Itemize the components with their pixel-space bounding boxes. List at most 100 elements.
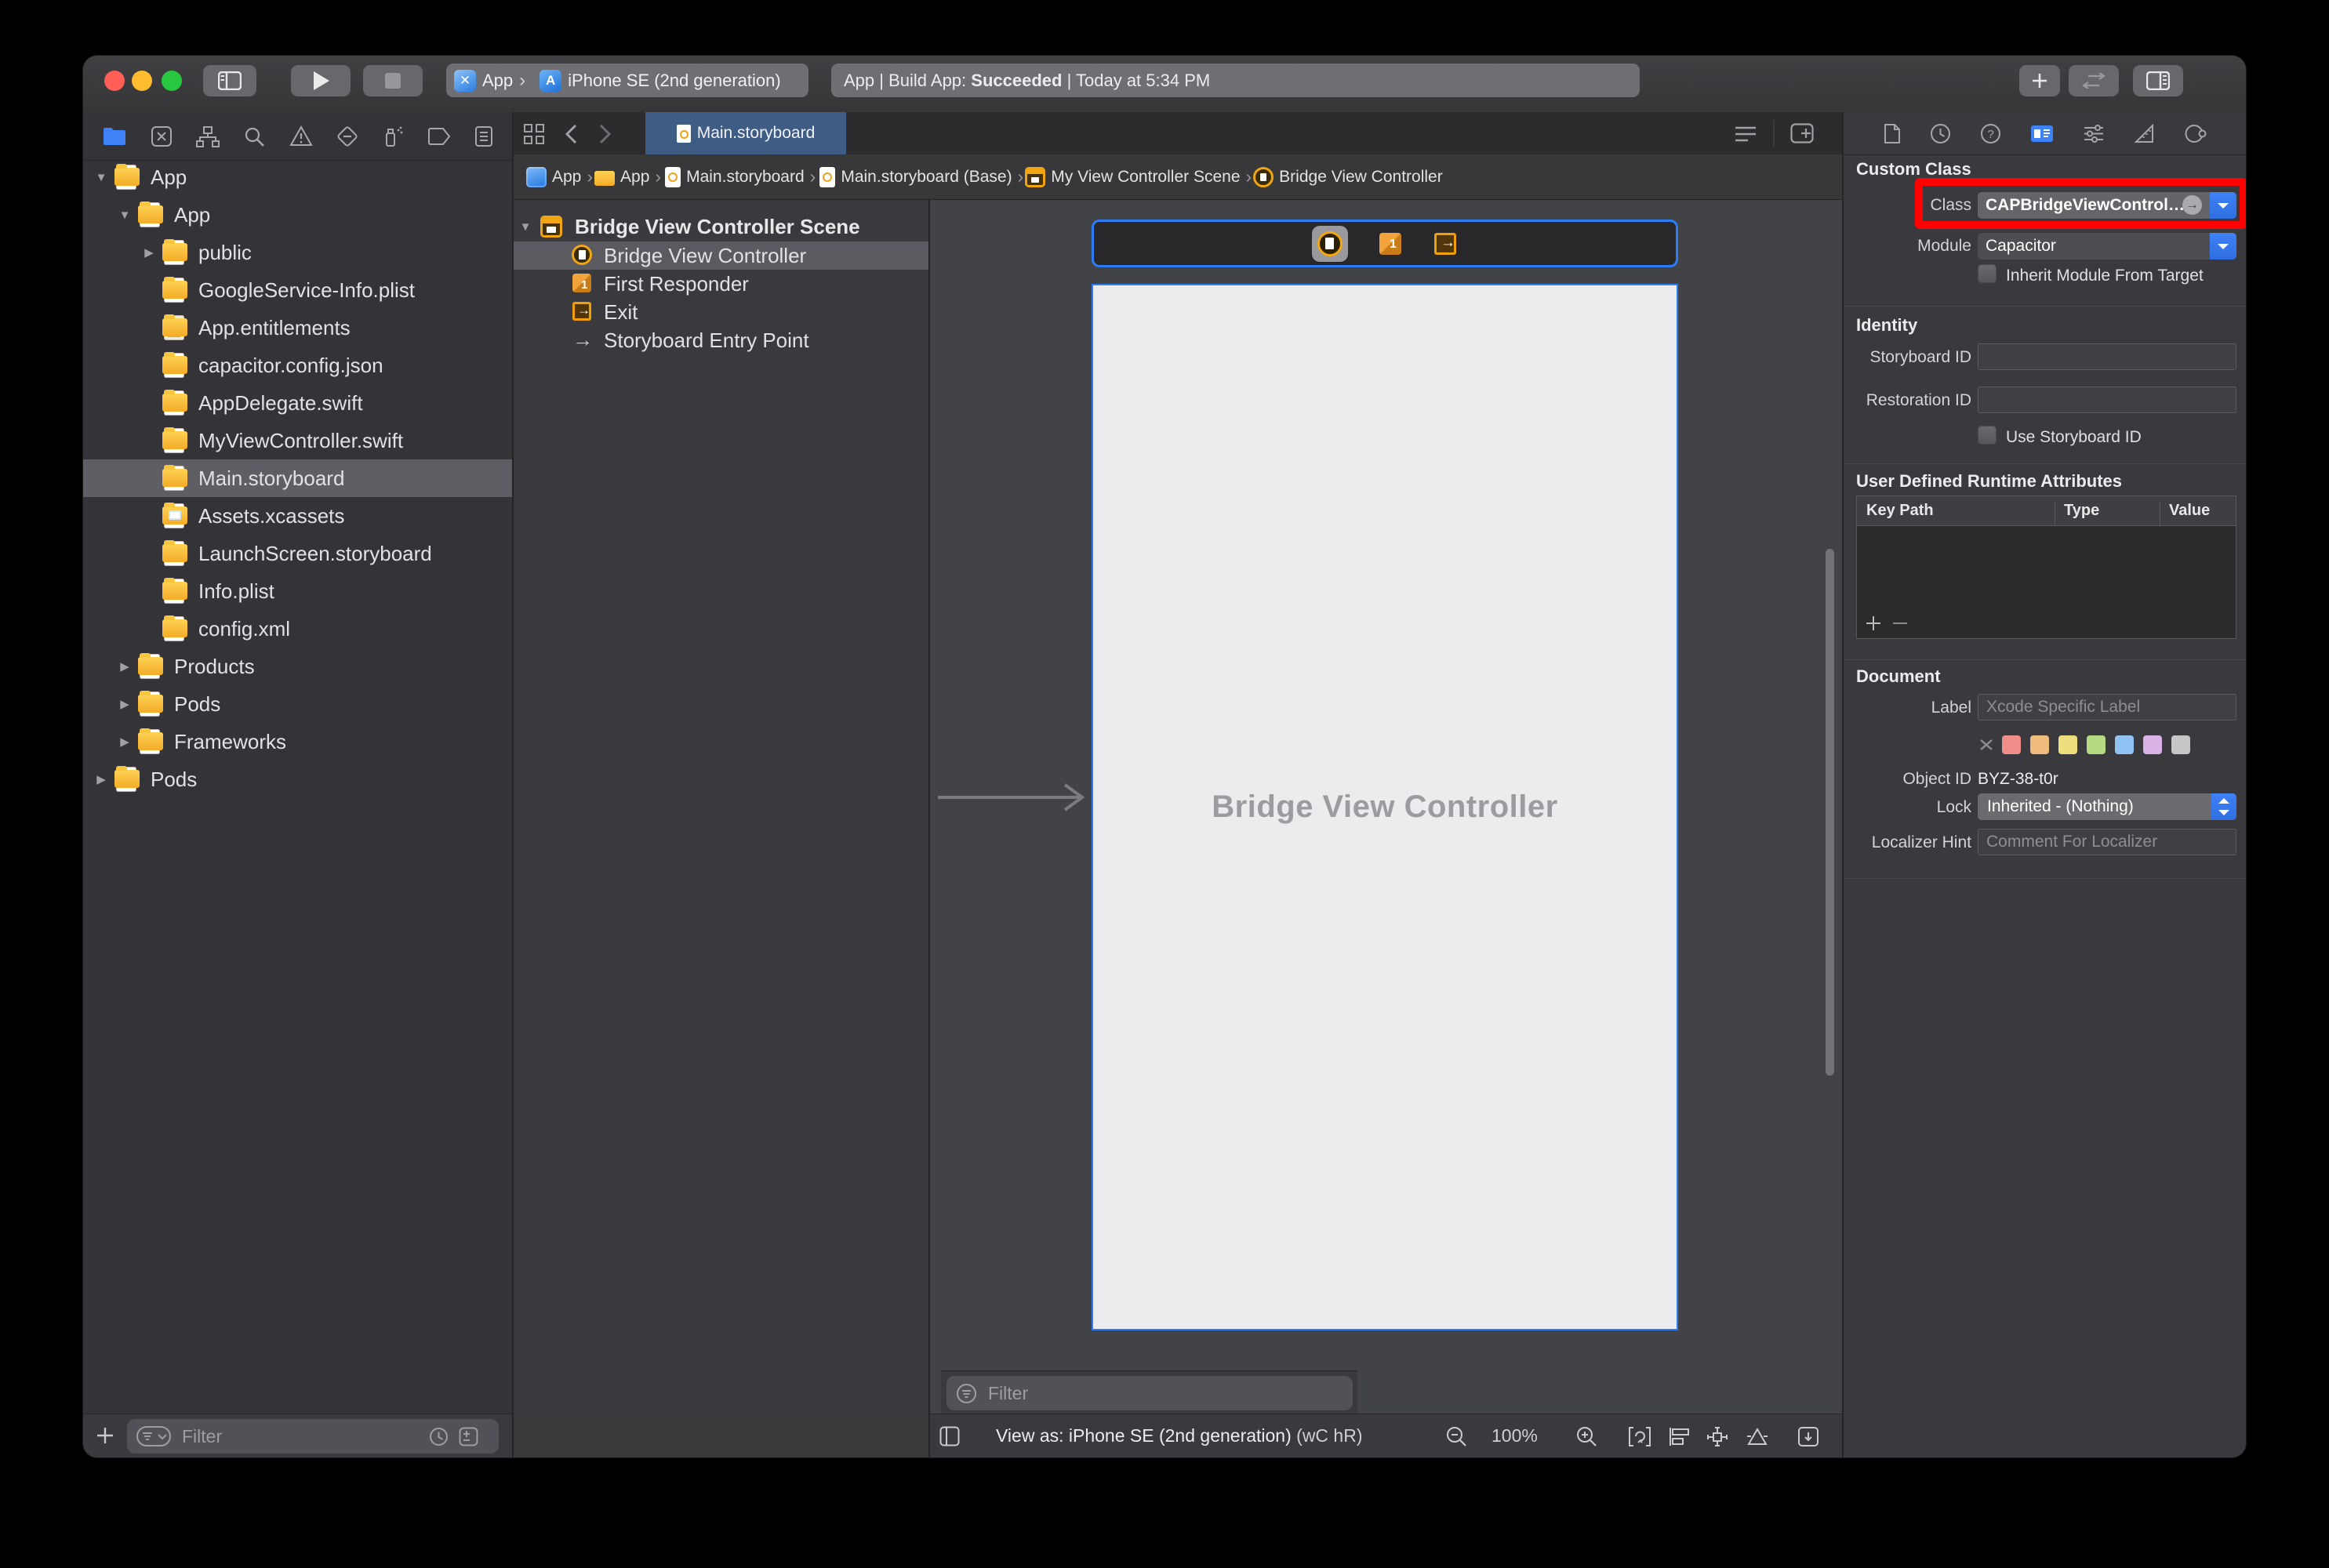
file-row[interactable]: GoogleService-Info.plist [83,271,512,309]
outline-row[interactable]: Bridge View Controller [512,241,928,270]
issue-navigator-icon[interactable] [289,125,313,147]
resolve-autolayout-icon[interactable] [1746,1427,1769,1446]
inherit-module-checkbox[interactable] [1978,264,1997,283]
outline-filter-field[interactable] [946,1376,1353,1410]
file-row[interactable]: Info.plist [83,572,512,610]
jumpbar-item[interactable]: › [1246,166,1252,187]
color-swatch[interactable] [2171,735,2190,754]
attributes-inspector-icon[interactable] [2083,123,2105,144]
disclosure-triangle-icon[interactable] [113,735,136,749]
size-inspector-icon[interactable] [2134,123,2155,144]
run-button[interactable] [291,65,351,96]
class-dropdown-button[interactable] [2210,192,2236,219]
jump-to-class-icon[interactable]: → [2182,195,2202,215]
project-navigator-icon[interactable] [102,126,127,147]
minimize-window-button[interactable] [132,71,152,91]
update-frames-icon[interactable] [1628,1426,1651,1447]
file-row[interactable]: Main.storyboard [83,459,512,497]
test-navigator-icon[interactable] [336,125,358,147]
history-inspector-icon[interactable] [1930,123,1951,144]
file-row[interactable]: App [83,158,512,196]
outline-canvas-divider[interactable] [928,200,930,1457]
module-dropdown-button[interactable] [2210,233,2236,260]
color-swatch[interactable] [2030,735,2049,754]
zoom-out-icon[interactable] [1446,1426,1467,1447]
file-row[interactable]: public [83,234,512,271]
lock-popup[interactable]: Inherited - (Nothing) [1978,793,2236,820]
scene-header-row[interactable]: Bridge View Controller Scene [512,212,928,241]
disclosure-triangle-icon[interactable] [89,772,113,786]
tab-main-storyboard[interactable]: Main.storyboard [645,112,846,154]
stop-button[interactable] [363,65,423,96]
color-swatch[interactable] [2058,735,2077,754]
file-row[interactable]: Frameworks [83,723,512,760]
source-control-filter-icon[interactable] [459,1427,478,1446]
editor-options-icon[interactable] [1734,125,1757,143]
filter-input[interactable] [180,1425,406,1448]
scheme-selector[interactable]: ✕ App › A iPhone SE (2nd generation) [446,64,808,97]
exit-dock-icon[interactable] [1433,231,1458,256]
jumpbar-item[interactable]: Main.storyboard [663,167,805,187]
quick-help-inspector-icon[interactable]: ? [1980,123,2001,144]
zoom-window-button[interactable] [162,71,182,91]
file-row[interactable]: capacitor.config.json [83,347,512,384]
disclosure-triangle-icon[interactable] [89,171,113,184]
view-as-label[interactable]: View as: iPhone SE (2nd generation) (wC … [996,1425,1363,1446]
file-row[interactable]: Pods [83,685,512,723]
jumpbar-item[interactable]: App [526,167,581,187]
jumpbar-item[interactable]: › [1018,166,1024,187]
file-row[interactable]: App [83,196,512,234]
use-storyboard-id-checkbox[interactable] [1978,426,1997,445]
add-constraints-icon[interactable] [1706,1426,1728,1447]
jumpbar-item[interactable]: › [587,166,593,187]
module-field[interactable]: Capacitor [1978,233,2236,260]
breakpoint-navigator-icon[interactable] [427,127,451,146]
navigator-editor-divider[interactable] [512,112,514,1457]
disclosure-triangle-icon[interactable] [113,697,136,711]
find-navigator-icon[interactable] [243,125,265,147]
storyboard-id-field[interactable] [1978,343,2236,370]
jumpbar-item[interactable]: › [810,166,816,187]
outline-row[interactable]: Exit [512,298,928,326]
file-row[interactable]: config.xml [83,610,512,648]
recent-files-filter-icon[interactable] [429,1427,449,1446]
editor-mode-button[interactable] [2069,65,2119,96]
outline-row[interactable]: First Responder [512,270,928,298]
go-back-icon[interactable] [564,123,578,145]
zoom-in-icon[interactable] [1576,1426,1597,1447]
view-controller-view[interactable]: Bridge View Controller [1092,284,1678,1330]
connections-inspector-icon[interactable] [2184,123,2207,144]
storyboard-canvas[interactable]: Bridge View Controller [928,200,1842,1414]
add-file-button[interactable] [96,1426,114,1445]
toggle-outline-icon[interactable] [939,1426,960,1446]
file-row[interactable]: MyViewController.swift [83,422,512,459]
outline-row[interactable]: Storyboard Entry Point [512,326,928,354]
disclosure-triangle-icon[interactable] [113,659,136,673]
disclosure-triangle-icon[interactable] [113,209,136,222]
related-items-icon[interactable] [523,123,545,145]
file-row[interactable]: Assets.xcassets [83,497,512,535]
file-row[interactable]: AppDelegate.swift [83,384,512,422]
localizer-hint-field[interactable] [1978,829,2236,855]
view-controller-dock-icon[interactable] [1312,226,1348,262]
color-swatch[interactable] [2143,735,2162,754]
go-forward-icon[interactable] [598,123,612,145]
navigator-filter-field[interactable] [127,1419,499,1454]
embed-in-icon[interactable] [1797,1426,1819,1447]
color-swatch[interactable] [2087,735,2106,754]
jumpbar-item[interactable]: Main.storyboard (Base) [817,167,1012,187]
library-button[interactable] [2019,65,2060,96]
source-control-navigator-icon[interactable] [151,125,173,147]
toggle-navigator-button[interactable] [203,65,256,96]
toggle-inspector-button[interactable] [2133,65,2183,96]
symbol-navigator-icon[interactable] [196,125,220,147]
add-attribute-button[interactable] [1865,615,1882,632]
first-responder-dock-icon[interactable] [1378,231,1403,256]
close-window-button[interactable] [104,71,125,91]
color-swatch[interactable] [2002,735,2021,754]
no-color-icon[interactable] [1978,735,1995,754]
report-navigator-icon[interactable] [474,125,493,147]
jumpbar-item[interactable]: › [655,166,661,187]
disclosure-triangle-icon[interactable] [512,220,539,234]
disclosure-triangle-icon[interactable] [137,245,161,260]
